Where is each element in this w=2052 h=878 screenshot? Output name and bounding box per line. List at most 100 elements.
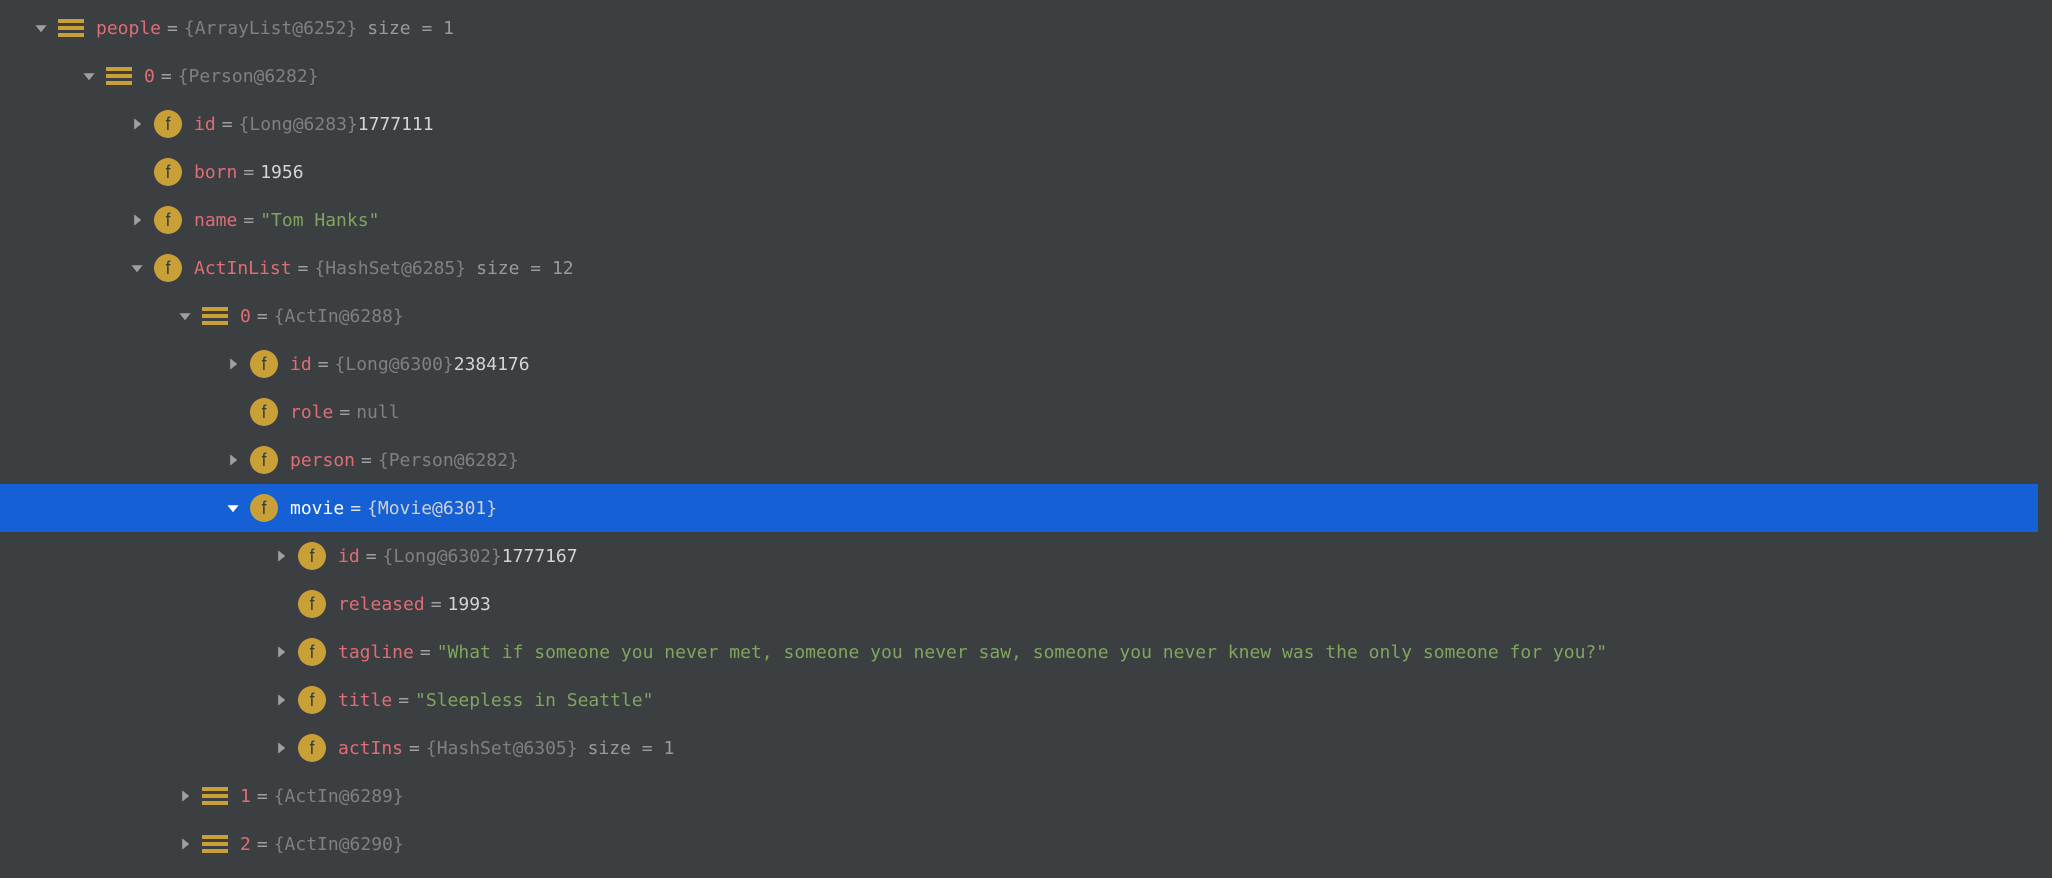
list-icon (202, 305, 228, 327)
variable-value: 1993 (448, 594, 491, 615)
tree-row-title[interactable]: ftitle= "Sleepless in Seattle" (0, 676, 2052, 724)
variable-name: ActInList (194, 258, 292, 279)
expand-arrow-down-icon[interactable] (174, 305, 196, 327)
expand-arrow-down-icon[interactable] (30, 17, 52, 39)
equals-sign: = (339, 402, 350, 423)
equals-sign: = (222, 114, 233, 135)
object-reference: {ArrayList@6252} (184, 18, 357, 39)
expand-arrow-right-icon[interactable] (222, 353, 244, 375)
object-reference: {Person@6282} (178, 66, 319, 87)
equals-sign: = (431, 594, 442, 615)
string-value: "What if someone you never met, someone … (437, 642, 1607, 663)
variable-name: actIns (338, 738, 403, 759)
tree-row-2[interactable]: 2={ActIn@6290} (0, 820, 2052, 868)
list-icon (202, 833, 228, 855)
null-value: null (356, 402, 399, 423)
equals-sign: = (420, 642, 431, 663)
tree-row-role[interactable]: frole = null (0, 388, 2052, 436)
object-reference: {ActIn@6289} (274, 786, 404, 807)
tree-row-1[interactable]: 1={ActIn@6289} (0, 772, 2052, 820)
expand-arrow-right-icon[interactable] (270, 545, 292, 567)
variable-name: 0 (240, 306, 251, 327)
variable-name: id (194, 114, 216, 135)
variable-name: id (338, 546, 360, 567)
expand-arrow-right-icon[interactable] (126, 113, 148, 135)
expand-arrow-down-icon[interactable] (78, 65, 100, 87)
collection-size: size = 1 (367, 18, 454, 39)
expand-arrow-right-icon[interactable] (174, 785, 196, 807)
tree-row-tagline[interactable]: ftagline= "What if someone you never met… (0, 628, 2052, 676)
expand-arrow-down-icon[interactable] (222, 497, 244, 519)
variable-name: born (194, 162, 237, 183)
tree-row-actIns[interactable]: factIns={HashSet@6305} size = 1 (0, 724, 2052, 772)
variable-value: 2384176 (454, 354, 530, 375)
tree-row-id[interactable]: fid={Long@6302} 1777167 (0, 532, 2052, 580)
tree-row-0[interactable]: 0 = {Person@6282} (0, 52, 2052, 100)
collection-size: size = 1 (588, 738, 675, 759)
tree-row-person[interactable]: fperson={Person@6282} (0, 436, 2052, 484)
field-icon: f (250, 350, 278, 378)
equals-sign: = (257, 306, 268, 327)
equals-sign: = (167, 18, 178, 39)
string-value: "Sleepless in Seattle" (415, 690, 653, 711)
equals-sign: = (409, 738, 420, 759)
equals-sign: = (298, 258, 309, 279)
object-reference: {Long@6302} (383, 546, 502, 567)
object-reference: {Long@6300} (335, 354, 454, 375)
object-reference: {ActIn@6288} (274, 306, 404, 327)
expand-arrow-right-icon[interactable] (174, 833, 196, 855)
variable-name: name (194, 210, 237, 231)
field-icon: f (250, 446, 278, 474)
tree-row-id[interactable]: fid={Long@6283} 1777111 (0, 100, 2052, 148)
variable-value: 1956 (260, 162, 303, 183)
expand-arrow-right-icon[interactable] (270, 689, 292, 711)
list-icon (58, 17, 84, 39)
variable-name: 1 (240, 786, 251, 807)
field-icon: f (154, 158, 182, 186)
collection-size: size = 12 (476, 258, 574, 279)
equals-sign: = (350, 498, 361, 519)
variables-tree[interactable]: people = {ArrayList@6252} size = 1 0 = {Perso… (0, 0, 2052, 868)
scrollbar-vertical[interactable] (2038, 0, 2052, 878)
variable-value: 1777111 (358, 114, 434, 135)
object-reference: {Person@6282} (378, 450, 519, 471)
tree-row-people[interactable]: people = {ArrayList@6252} size = 1 (0, 4, 2052, 52)
field-icon: f (154, 206, 182, 234)
expand-arrow-down-icon[interactable] (126, 257, 148, 279)
equals-sign: = (366, 546, 377, 567)
variable-name: tagline (338, 642, 414, 663)
variable-name: people (96, 18, 161, 39)
tree-row-ActInList[interactable]: fActInList={HashSet@6285} size = 12 (0, 244, 2052, 292)
variable-name: id (290, 354, 312, 375)
variable-name: role (290, 402, 333, 423)
expand-arrow-right-icon[interactable] (270, 737, 292, 759)
expand-arrow-right-icon[interactable] (270, 641, 292, 663)
field-icon: f (154, 254, 182, 282)
tree-row-name[interactable]: fname = "Tom Hanks" (0, 196, 2052, 244)
tree-row-movie[interactable]: fmovie={Movie@6301} (0, 484, 2052, 532)
equals-sign: = (398, 690, 409, 711)
field-icon: f (298, 734, 326, 762)
list-icon (106, 65, 132, 87)
field-icon: f (154, 110, 182, 138)
variable-name: title (338, 690, 392, 711)
string-value: "Tom Hanks" (260, 210, 379, 231)
equals-sign: = (318, 354, 329, 375)
list-icon (202, 785, 228, 807)
field-icon: f (250, 398, 278, 426)
tree-row-id[interactable]: fid = {Long@6300} 2384176 (0, 340, 2052, 388)
equals-sign: = (161, 66, 172, 87)
object-reference: {Movie@6301} (367, 498, 497, 519)
equals-sign: = (243, 162, 254, 183)
tree-row-released[interactable]: freleased= 1993 (0, 580, 2052, 628)
tree-row-born[interactable]: fborn = 1956 (0, 148, 2052, 196)
field-icon: f (298, 542, 326, 570)
variable-name: 0 (144, 66, 155, 87)
variable-name: person (290, 450, 355, 471)
tree-row-0[interactable]: 0 = {ActIn@6288} (0, 292, 2052, 340)
expand-arrow-right-icon[interactable] (126, 209, 148, 231)
variable-name: 2 (240, 834, 251, 855)
expand-arrow-right-icon[interactable] (222, 449, 244, 471)
variable-name: movie (290, 498, 344, 519)
equals-sign: = (243, 210, 254, 231)
